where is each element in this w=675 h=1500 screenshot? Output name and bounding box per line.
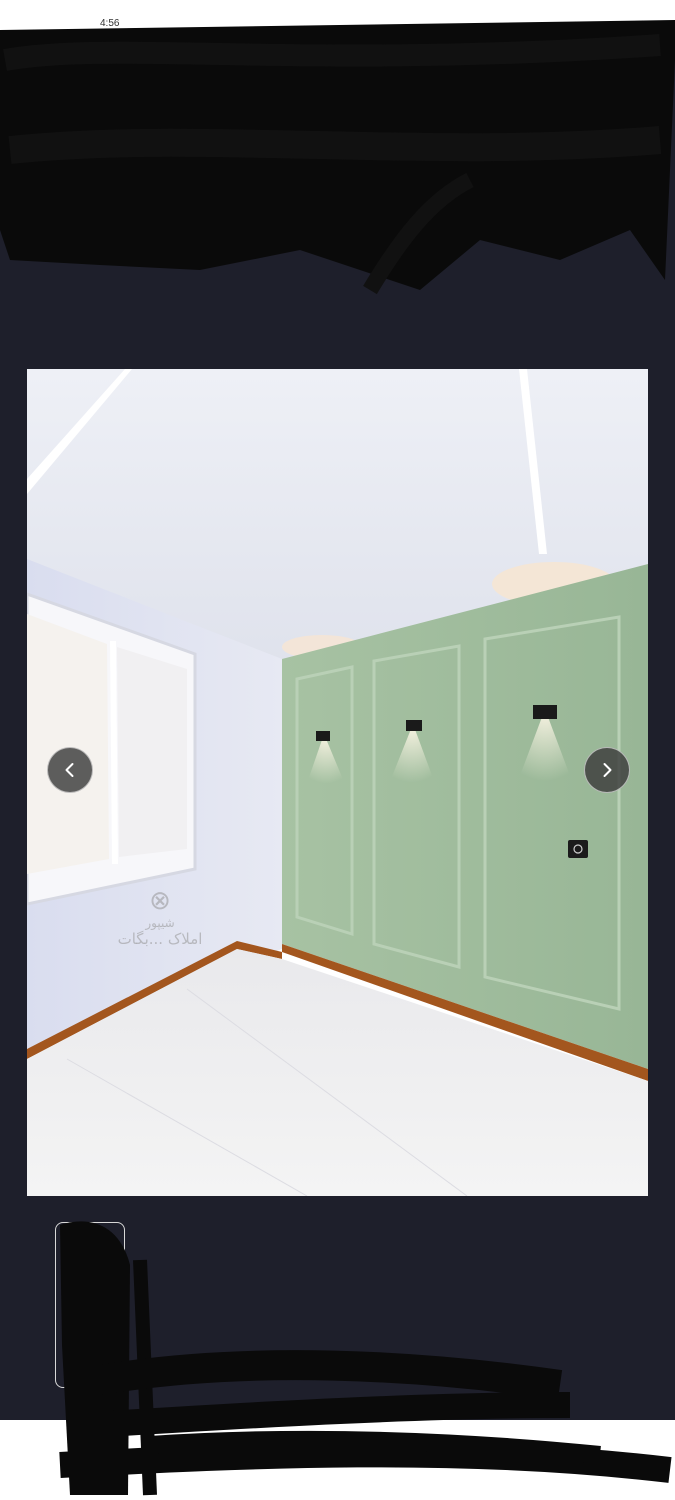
watermark-brand: شیپور (145, 916, 175, 930)
listing-photo[interactable] (27, 369, 648, 1196)
chevron-left-icon (65, 763, 74, 777)
redaction-scribble-top (0, 20, 675, 295)
previous-photo-button[interactable] (47, 747, 93, 793)
redaction-scribble-bottom (59, 1221, 672, 1496)
next-photo-button[interactable] (584, 747, 630, 793)
watermark-agency: املاک ...بگات (117, 930, 203, 948)
chevron-right-icon (603, 763, 612, 777)
watermark-logo: ⊗ (149, 886, 171, 916)
watermark: ⊗ شیپور املاک ...بگات (85, 886, 235, 948)
